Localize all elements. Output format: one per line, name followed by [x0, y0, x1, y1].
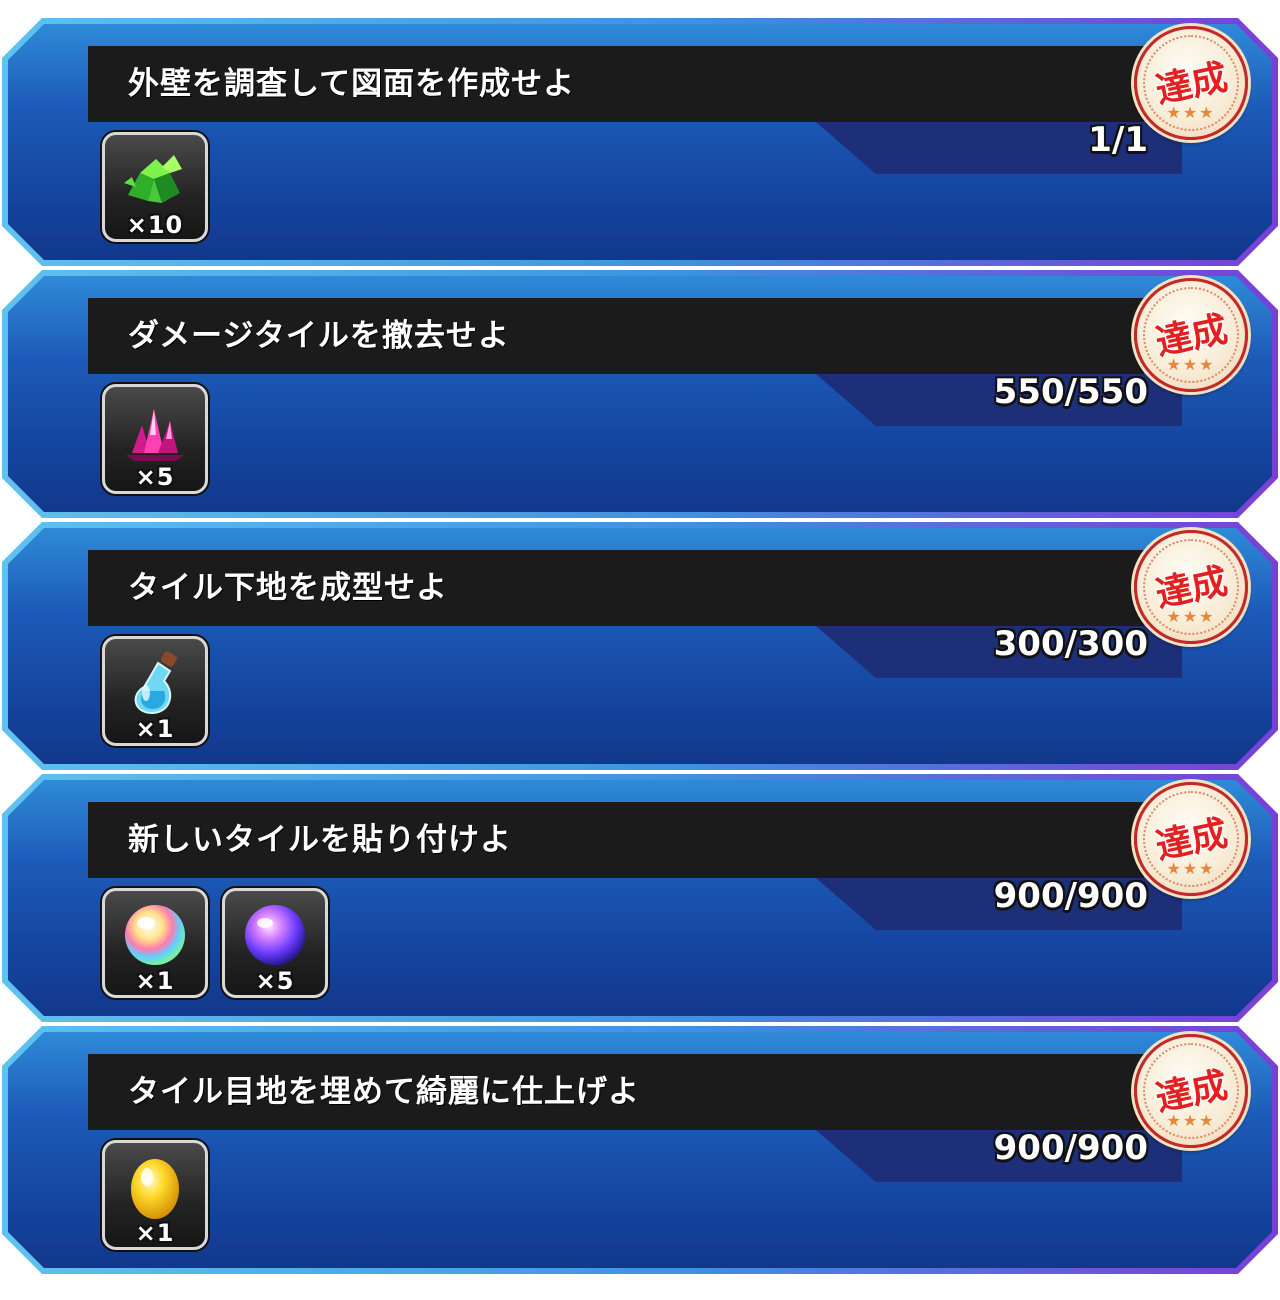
reward-quantity: ×1 — [135, 715, 175, 743]
rainbow-orb-icon — [118, 899, 192, 971]
mission-list: 外壁を調査して図面を作成せよ 1/1 ×10 達成 ★★★ ダメージタイルを撤去せよ … — [0, 0, 1280, 1300]
progress-band: 900/900 — [816, 1130, 1182, 1182]
mission-title: 外壁を調査して図面を作成せよ — [128, 66, 576, 102]
completed-stamp: 達成 ★★★ — [1134, 278, 1248, 392]
stamp-stars-icon: ★★★ — [1166, 607, 1216, 626]
mission-title-bar: タイル目地を埋めて綺麗に仕上げよ — [88, 1054, 1189, 1141]
mission-card-body: ダメージタイルを撤去せよ 550/550 ×5 — [8, 276, 1272, 512]
mission-card[interactable]: タイル下地を成型せよ 300/300 ×1 — [2, 522, 1278, 770]
mission-title: ダメージタイルを撤去せよ — [128, 318, 510, 354]
mission-title-bar: 新しいタイルを貼り付けよ — [88, 802, 1189, 889]
reward-quantity: ×1 — [135, 1219, 175, 1247]
reward-item[interactable]: ×5 — [102, 384, 208, 494]
reward-quantity: ×5 — [135, 463, 175, 491]
completed-stamp: 達成 ★★★ — [1134, 782, 1248, 896]
mission-title-bar: 外壁を調査して図面を作成せよ — [88, 46, 1189, 133]
mission-title-bar: ダメージタイルを撤去せよ — [88, 298, 1189, 385]
reward-item[interactable]: ×1 — [102, 888, 208, 998]
reward-quantity: ×1 — [135, 967, 175, 995]
mission-card[interactable]: 外壁を調査して図面を作成せよ 1/1 ×10 — [2, 18, 1278, 266]
reward-item[interactable]: ×5 — [222, 888, 328, 998]
pink-crystal-icon — [118, 395, 192, 467]
reward-quantity: ×5 — [255, 967, 295, 995]
stamp-stars-icon: ★★★ — [1166, 355, 1216, 374]
mission-card[interactable]: ダメージタイルを撤去せよ 550/550 ×5 — [2, 270, 1278, 518]
completed-stamp: 達成 ★★★ — [1134, 26, 1248, 140]
stamp-stars-icon: ★★★ — [1166, 1111, 1216, 1130]
stamp-stars-icon: ★★★ — [1166, 859, 1216, 878]
progress-band: 1/1 — [816, 122, 1182, 174]
reward-item[interactable]: ×1 — [102, 636, 208, 746]
green-crystal-icon — [118, 143, 192, 215]
reward-quantity: ×10 — [126, 211, 184, 239]
mission-card-body: タイル目地を埋めて綺麗に仕上げよ 900/900 ×1 — [8, 1032, 1272, 1268]
mission-title: タイル下地を成型せよ — [128, 570, 448, 606]
progress-band: 550/550 — [816, 374, 1182, 426]
reward-item[interactable]: ×1 — [102, 1140, 208, 1250]
mission-card[interactable]: タイル目地を埋めて綺麗に仕上げよ 900/900 ×1 — [2, 1026, 1278, 1274]
purple-orb-icon — [238, 899, 312, 971]
progress-band: 300/300 — [816, 626, 1182, 678]
golden-egg-icon — [118, 1151, 192, 1223]
reward-item[interactable]: ×10 — [102, 132, 208, 242]
progress-band: 900/900 — [816, 878, 1182, 930]
mission-card-body: タイル下地を成型せよ 300/300 ×1 — [8, 528, 1272, 764]
potion-bottle-icon — [118, 647, 192, 719]
mission-card-body: 外壁を調査して図面を作成せよ 1/1 ×10 — [8, 24, 1272, 260]
completed-stamp: 達成 ★★★ — [1134, 1034, 1248, 1148]
mission-title: タイル目地を埋めて綺麗に仕上げよ — [128, 1074, 640, 1110]
completed-stamp: 達成 ★★★ — [1134, 530, 1248, 644]
mission-title: 新しいタイルを貼り付けよ — [128, 822, 512, 858]
mission-title-bar: タイル下地を成型せよ — [88, 550, 1189, 637]
mission-card[interactable]: 新しいタイルを貼り付けよ 900/900 ×1 ×5 — [2, 774, 1278, 1022]
stamp-stars-icon: ★★★ — [1166, 103, 1216, 122]
mission-card-body: 新しいタイルを貼り付けよ 900/900 ×1 ×5 — [8, 780, 1272, 1016]
